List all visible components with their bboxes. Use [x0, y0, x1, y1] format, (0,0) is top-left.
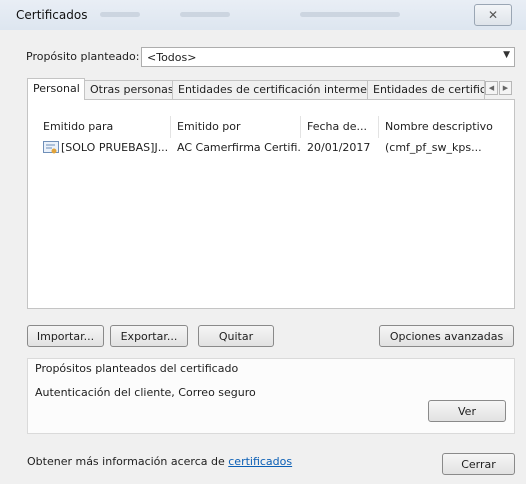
purpose-label: Propósito planteado:	[26, 50, 140, 63]
tab-scroll-right-button[interactable]: ▶	[499, 81, 512, 95]
tab-otras-personas[interactable]: Otras personas	[84, 80, 173, 99]
import-button[interactable]: Importar...	[27, 325, 104, 347]
cell-issued-to: [SOLO PRUEBAS]J...	[61, 141, 169, 154]
certificates-dialog: Certificados ✕ Propósito planteado: <Tod…	[0, 0, 526, 484]
column-header-friendly-name[interactable]: Nombre descriptivo	[379, 116, 507, 138]
view-button[interactable]: Ver	[428, 400, 506, 422]
cell-friendly-name: (cmf_pf_sw_kps...	[385, 141, 482, 154]
cell-issued-by: AC Camerfirma Certifi...	[177, 141, 301, 154]
title-bar[interactable]: Certificados ✕	[0, 0, 526, 30]
close-button[interactable]: Cerrar	[442, 453, 515, 475]
certificate-list[interactable]: Emitido para Emitido por Fecha de... Nom…	[37, 116, 507, 302]
cell-date: 20/01/2017	[307, 141, 371, 154]
blurred-background	[100, 12, 140, 17]
tab-personal[interactable]: Personal	[27, 78, 85, 100]
export-button[interactable]: Exportar...	[110, 325, 188, 347]
close-icon: ✕	[487, 8, 499, 22]
tab-entidades-certificacion[interactable]: Entidades de certificaci	[367, 80, 485, 99]
purpose-select[interactable]: <Todos> ▼	[141, 47, 515, 67]
remove-button[interactable]: Quitar	[198, 325, 274, 347]
tab-scroll-left-button[interactable]: ◀	[485, 81, 498, 95]
window-title: Certificados	[16, 8, 88, 22]
footer-text: Obtener más información acerca de certif…	[27, 455, 293, 468]
dropdown-arrow-icon: ▼	[503, 50, 510, 60]
chevron-left-icon: ◀	[488, 84, 495, 92]
column-header-issued-to[interactable]: Emitido para	[37, 116, 171, 138]
certificates-link[interactable]: certificados	[228, 455, 292, 468]
chevron-right-icon: ▶	[502, 84, 509, 92]
column-header-date[interactable]: Fecha de...	[301, 116, 379, 138]
table-row[interactable]: [SOLO PRUEBAS]J... AC Camerfirma Certifi…	[37, 138, 507, 158]
certificate-icon	[43, 141, 59, 154]
purposes-group-title: Propósitos planteados del certificado	[35, 362, 239, 375]
blurred-background	[300, 12, 400, 17]
purposes-value: Autenticación del cliente, Correo seguro	[35, 386, 256, 399]
blurred-background	[180, 12, 230, 17]
advanced-options-button[interactable]: Opciones avanzadas	[379, 325, 514, 347]
column-header-issued-by[interactable]: Emitido por	[171, 116, 301, 138]
tab-entidades-intermedias[interactable]: Entidades de certificación intermedias	[172, 80, 368, 99]
purpose-selected-value: <Todos>	[147, 51, 197, 64]
close-window-button[interactable]: ✕	[474, 4, 512, 26]
